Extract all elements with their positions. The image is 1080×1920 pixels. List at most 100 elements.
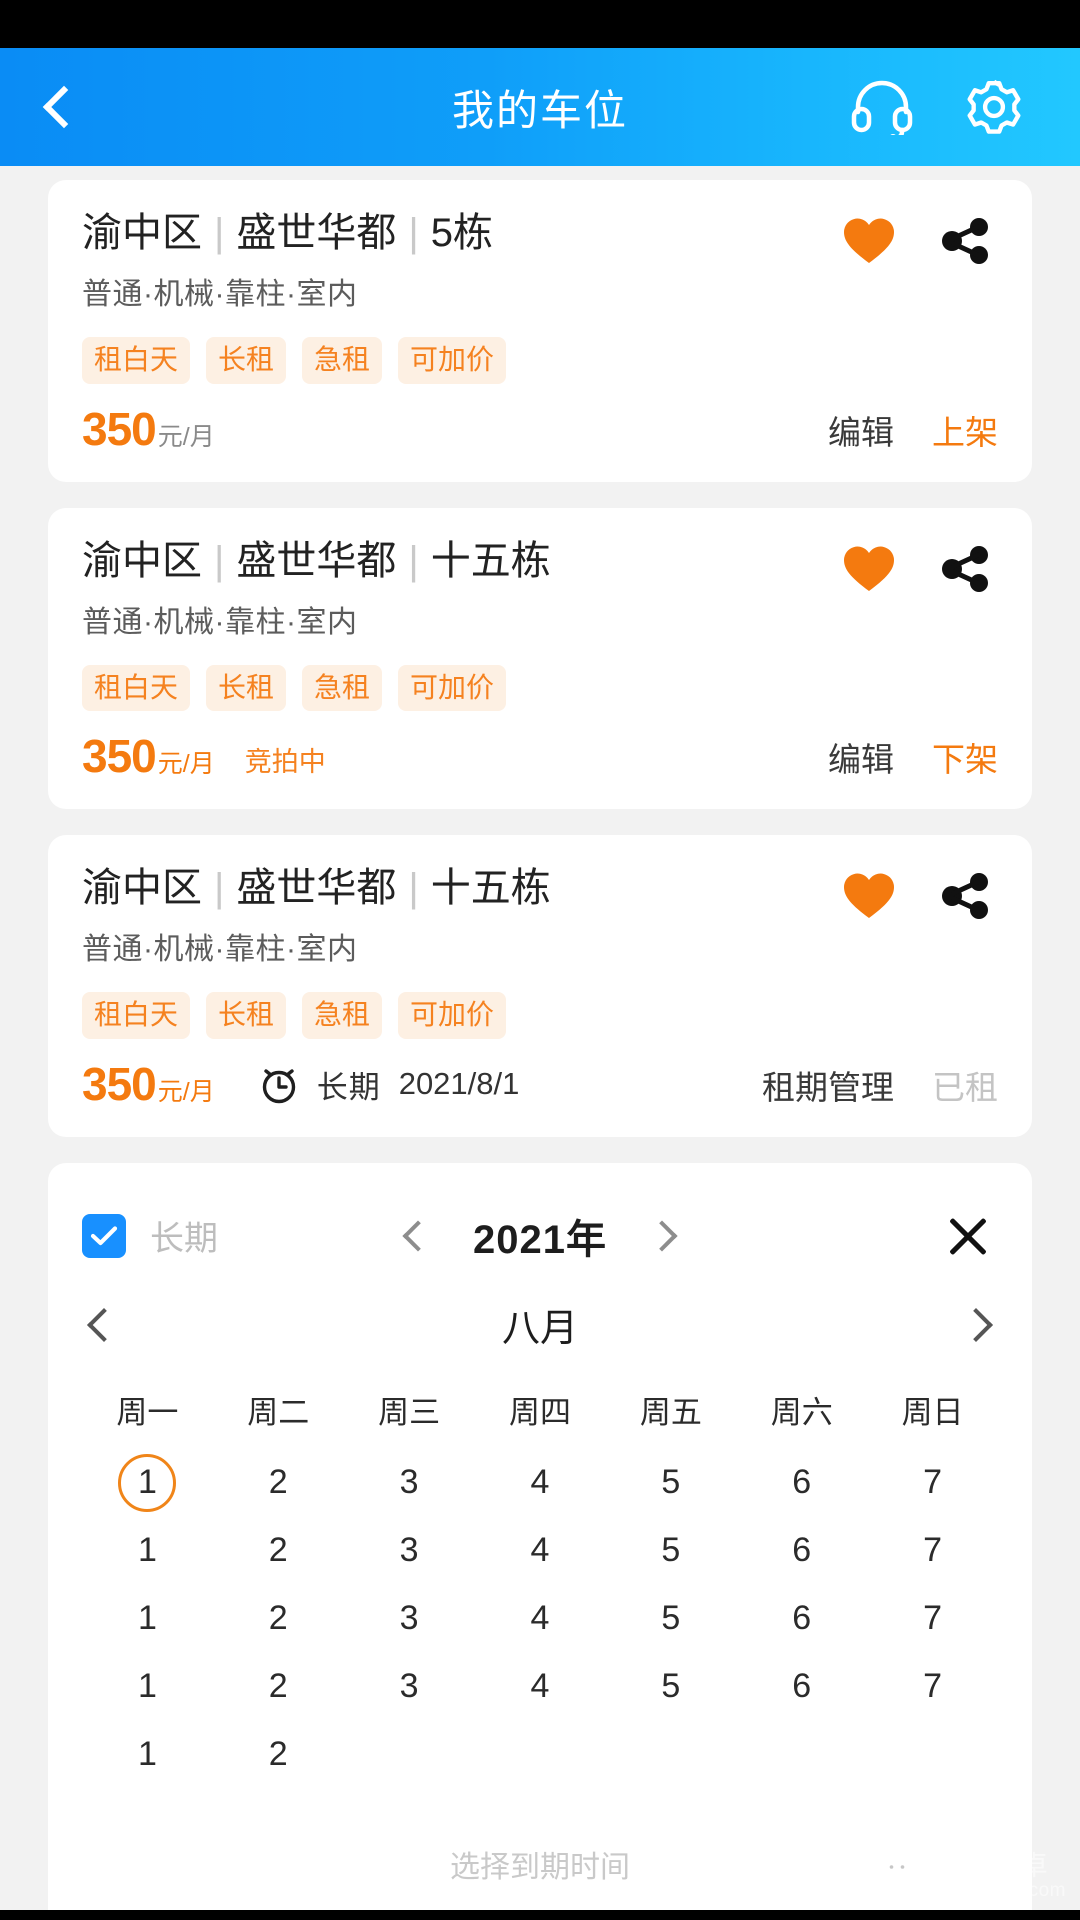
prev-year-button[interactable] bbox=[402, 1220, 434, 1252]
spot-tag[interactable]: 长租 bbox=[206, 337, 287, 384]
spot-card-icons bbox=[842, 210, 998, 271]
year-value: 2021年 bbox=[473, 1217, 607, 1262]
calendar-day[interactable]: 7 bbox=[867, 1658, 998, 1716]
calendar-day-label: 2 bbox=[268, 1531, 288, 1570]
spot-card-footer: 350 元/月 编辑 上架 bbox=[82, 402, 998, 456]
calendar-day[interactable]: 2 bbox=[213, 1658, 344, 1716]
spot-primary-action[interactable]: 编辑 bbox=[828, 733, 894, 781]
spot-district: 渝中区 bbox=[82, 211, 202, 255]
spot-tag[interactable]: 可加价 bbox=[398, 664, 507, 712]
title-separator: | bbox=[214, 538, 225, 583]
calendar-day[interactable]: 7 bbox=[867, 1522, 998, 1580]
share-button[interactable] bbox=[940, 544, 992, 599]
spot-titles: 渝中区 | 盛世华都 | 5栋 普通·机械·靠柱·室内 bbox=[82, 210, 842, 313]
spot-card-footer: 350 元/月 长期 2021/8/1 租期管理 已租 bbox=[82, 1057, 998, 1111]
spot-card-header: 渝中区 | 盛世华都 | 十五栋 普通·机械·靠柱·室内 bbox=[82, 865, 998, 968]
price-value: 350 bbox=[82, 1057, 157, 1110]
calendar-day[interactable]: 3 bbox=[344, 1658, 475, 1716]
calendar-day[interactable]: 5 bbox=[605, 1658, 736, 1716]
title-separator: | bbox=[214, 211, 225, 255]
favorite-button[interactable] bbox=[842, 216, 896, 271]
calendar-day-label: 4 bbox=[530, 1667, 550, 1706]
parking-spot-card[interactable]: 渝中区 | 盛世华都 | 十五栋 普通·机械·靠柱·室内 租白天 长租 急租 可加价 350 元/月竞… bbox=[48, 507, 1032, 810]
calendar-day-label: 4 bbox=[530, 1599, 550, 1638]
calendar-day[interactable]: 6 bbox=[736, 1658, 867, 1716]
spot-price: 350 元/月 bbox=[82, 1057, 215, 1111]
weekday-header-row: 周一 周二 周三 周四 周五 周六 周日 bbox=[82, 1387, 998, 1432]
calendar-day[interactable]: 1 bbox=[82, 1522, 213, 1580]
favorite-button[interactable] bbox=[842, 544, 896, 599]
spot-tag[interactable]: 可加价 bbox=[398, 337, 507, 384]
calendar-day[interactable]: 3 bbox=[344, 1522, 475, 1580]
calendar-day[interactable]: 5 bbox=[605, 1522, 736, 1580]
calendar-day[interactable]: 7 bbox=[867, 1590, 998, 1648]
calendar-day[interactable]: 4 bbox=[475, 1522, 606, 1580]
calendar-day[interactable]: 2 bbox=[213, 1454, 344, 1512]
parking-spot-card[interactable]: 渝中区 | 盛世华都 | 十五栋 普通·机械·靠柱·室内 租白天 长租 急租 可加价 350 元/月长… bbox=[48, 835, 1032, 1137]
customer-support-button[interactable] bbox=[848, 73, 916, 141]
spot-tag[interactable]: 长租 bbox=[206, 664, 287, 712]
share-button[interactable] bbox=[940, 871, 992, 926]
next-month-button[interactable] bbox=[959, 1307, 993, 1342]
next-year-button[interactable] bbox=[646, 1220, 678, 1252]
spot-tag[interactable]: 租白天 bbox=[82, 664, 191, 712]
spot-secondary-action[interactable]: 上架 bbox=[932, 406, 998, 454]
back-button[interactable] bbox=[0, 85, 120, 129]
favorite-button[interactable] bbox=[842, 871, 896, 926]
month-selector: 八月 bbox=[82, 1279, 998, 1371]
spot-tag[interactable]: 急租 bbox=[302, 337, 383, 384]
spot-primary-action[interactable]: 编辑 bbox=[828, 406, 894, 454]
spot-tag[interactable]: 急租 bbox=[302, 664, 383, 712]
status-bar bbox=[0, 0, 1080, 48]
calendar-day-label: 1 bbox=[137, 1531, 157, 1570]
calendar-day[interactable]: 6 bbox=[736, 1454, 867, 1512]
calendar-day[interactable]: 6 bbox=[736, 1590, 867, 1648]
spot-tag[interactable]: 长租 bbox=[206, 992, 287, 1039]
calendar-day[interactable]: 7 bbox=[867, 1454, 998, 1512]
calendar-day[interactable]: 2 bbox=[213, 1522, 344, 1580]
calendar-day-label: 1 bbox=[137, 1667, 157, 1706]
close-date-picker-button[interactable] bbox=[938, 1206, 998, 1266]
spot-features: 普通·机械·靠柱·室内 bbox=[82, 933, 358, 967]
calendar-day-label: 4 bbox=[530, 1531, 550, 1570]
calendar-day[interactable]: 4 bbox=[475, 1658, 606, 1716]
settings-button[interactable] bbox=[960, 73, 1028, 141]
calendar-day[interactable]: 5 bbox=[605, 1590, 736, 1648]
calendar-day[interactable]: 4 bbox=[475, 1590, 606, 1648]
spot-tag[interactable]: 租白天 bbox=[82, 992, 191, 1039]
share-button[interactable] bbox=[940, 216, 992, 271]
spot-tag[interactable]: 租白天 bbox=[82, 337, 191, 384]
weekday-label: 周六 bbox=[770, 1394, 833, 1430]
calendar-day[interactable]: 3 bbox=[344, 1454, 475, 1512]
alarm-clock-icon bbox=[262, 1069, 295, 1104]
calendar-day[interactable]: 1 bbox=[82, 1726, 213, 1784]
spot-secondary-action[interactable]: 已租 bbox=[932, 1061, 998, 1109]
title-separator: | bbox=[214, 866, 225, 911]
calendar-day[interactable]: 1 bbox=[82, 1590, 213, 1648]
spot-tag[interactable]: 急租 bbox=[302, 992, 383, 1039]
calendar-day[interactable]: 5 bbox=[605, 1454, 736, 1512]
calendar-day[interactable]: 4 bbox=[475, 1454, 606, 1512]
calendar-day[interactable]: 3 bbox=[344, 1590, 475, 1648]
spot-district: 渝中区 bbox=[82, 866, 202, 911]
calendar-day[interactable]: 1 bbox=[82, 1453, 213, 1512]
gear-icon bbox=[967, 79, 1021, 134]
calendar-day[interactable]: 6 bbox=[736, 1522, 867, 1580]
calendar-day[interactable]: 2 bbox=[213, 1726, 344, 1784]
spot-tag-list: 租白天 长租 急租 可加价 bbox=[82, 664, 998, 712]
long-term-checkbox[interactable] bbox=[82, 1213, 126, 1258]
calendar-day-label: 7 bbox=[923, 1463, 943, 1502]
spot-primary-action[interactable]: 租期管理 bbox=[762, 1061, 894, 1109]
calendar-day[interactable]: 2 bbox=[213, 1590, 344, 1648]
spot-community: 盛世华都 bbox=[236, 211, 397, 255]
lease-info: 长期 2021/8/1 bbox=[257, 1062, 519, 1107]
calendar-day[interactable]: 1 bbox=[82, 1658, 213, 1716]
spot-tag[interactable]: 可加价 bbox=[398, 992, 507, 1039]
parking-spot-card[interactable]: 渝中区 | 盛世华都 | 5栋 普通·机械·靠柱·室内 租白天 长租 急租 可加价 350 元/月 编辑… bbox=[48, 180, 1032, 482]
share-icon bbox=[942, 545, 988, 592]
title-separator: | bbox=[408, 211, 419, 255]
spot-building: 5栋 bbox=[430, 211, 494, 255]
spot-secondary-action[interactable]: 下架 bbox=[932, 733, 998, 781]
check-icon bbox=[90, 1226, 118, 1245]
calendar-day-label: 7 bbox=[923, 1599, 943, 1638]
